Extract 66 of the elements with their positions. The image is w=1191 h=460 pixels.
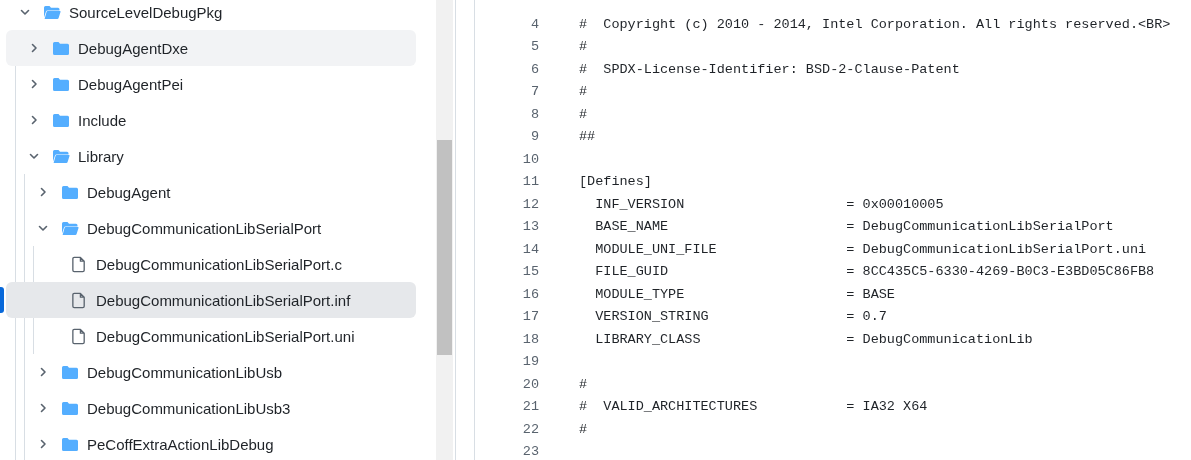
line-number: 18	[521, 331, 539, 347]
folder-item[interactable]: DebugCommunicationLibUsb	[6, 354, 416, 390]
code-line: INF_VERSION = 0x00010005	[594, 196, 944, 212]
code-line: #	[579, 376, 588, 392]
line-number: 15	[521, 264, 539, 280]
code-line: #	[579, 84, 588, 100]
line-number: 8	[529, 106, 539, 122]
folder-icon	[61, 183, 79, 201]
code-line: [Defines]	[579, 174, 652, 190]
file-icon	[70, 291, 88, 309]
folder-icon	[52, 111, 70, 129]
folder-icon	[52, 75, 70, 93]
line-number: 17	[521, 309, 539, 325]
code-line: #	[579, 39, 588, 55]
code-line: ##	[579, 129, 596, 145]
open-folder-icon	[43, 3, 61, 21]
code-line: # VALID_ARCHITECTURES = IA32 X64	[579, 399, 928, 415]
folder-item[interactable]: SourceLevelDebugPkg	[6, 0, 416, 30]
folder-item[interactable]: Include	[6, 102, 416, 138]
line-number: 19	[521, 354, 539, 370]
selection-indicator	[0, 287, 4, 313]
code-line: BASE_NAME = DebugCommunicationLibSerialPort	[594, 219, 1114, 235]
line-number: 9	[529, 129, 539, 145]
scrollbar[interactable]	[436, 0, 453, 460]
code-line: # Copyright (c) 2010 - 2014, Intel Corporation. All rights reserved.<BR>	[579, 16, 1171, 32]
open-folder-icon	[61, 219, 79, 237]
code-line: LIBRARY_CLASS = DebugCommunicationLib	[594, 331, 1033, 347]
line-number: 4	[529, 16, 539, 32]
line-number: 21	[521, 399, 539, 415]
file-item[interactable]: DebugCommunicationLibSerialPort.c	[6, 246, 416, 282]
code-line: FILE_GUID = 8CC435C5-6330-4269-B0C3-E3BD05C86FB8	[594, 264, 1155, 280]
code-line: MODULE_UNI_FILE = DebugCommunicationLibSerialPort.uni	[594, 241, 1147, 257]
open-folder-icon	[52, 147, 70, 165]
scrollbar-thumb[interactable]	[437, 140, 452, 355]
line-number: 14	[521, 241, 539, 257]
line-number: 22	[521, 421, 539, 437]
line-number: 23	[521, 444, 539, 460]
folder-item[interactable]: DebugAgentDxe	[6, 30, 416, 66]
folder-item[interactable]: DebugCommunicationLibSerialPort	[6, 210, 416, 246]
line-number: 5	[529, 39, 539, 55]
folder-icon	[52, 39, 70, 57]
line-number: 7	[529, 84, 539, 100]
line-number: 11	[521, 174, 539, 190]
folder-icon	[61, 363, 79, 381]
file-icon	[70, 327, 88, 345]
code-line: # SPDX-License-Identifier: BSD-2-Clause-Patent	[579, 61, 960, 77]
folder-item[interactable]: DebugAgent	[6, 174, 416, 210]
folder-item[interactable]: PeCoffExtraActionLibDebug	[6, 426, 416, 460]
code-line: VERSION_STRING = 0.7	[594, 309, 887, 325]
line-number: 12	[521, 196, 539, 212]
line-number: 16	[521, 286, 539, 302]
folder-icon	[61, 399, 79, 417]
folder-item[interactable]: DebugCommunicationLibUsb3	[6, 390, 416, 426]
file-icon	[70, 255, 88, 273]
code-line: #	[579, 421, 588, 437]
line-number: 13	[521, 219, 539, 235]
line-number: 10	[521, 151, 539, 167]
file-item[interactable]: DebugCommunicationLibSerialPort.uni	[6, 318, 416, 354]
file-item[interactable]: DebugCommunicationLibSerialPort.inf	[6, 282, 416, 318]
folder-item[interactable]: DebugAgentPei	[6, 66, 416, 102]
code-line: #	[579, 106, 588, 122]
folder-icon	[61, 435, 79, 453]
code-line: MODULE_TYPE = BASE	[594, 286, 895, 302]
folder-item[interactable]: Library	[6, 138, 416, 174]
line-number: 6	[529, 61, 539, 77]
line-number: 20	[521, 376, 539, 392]
